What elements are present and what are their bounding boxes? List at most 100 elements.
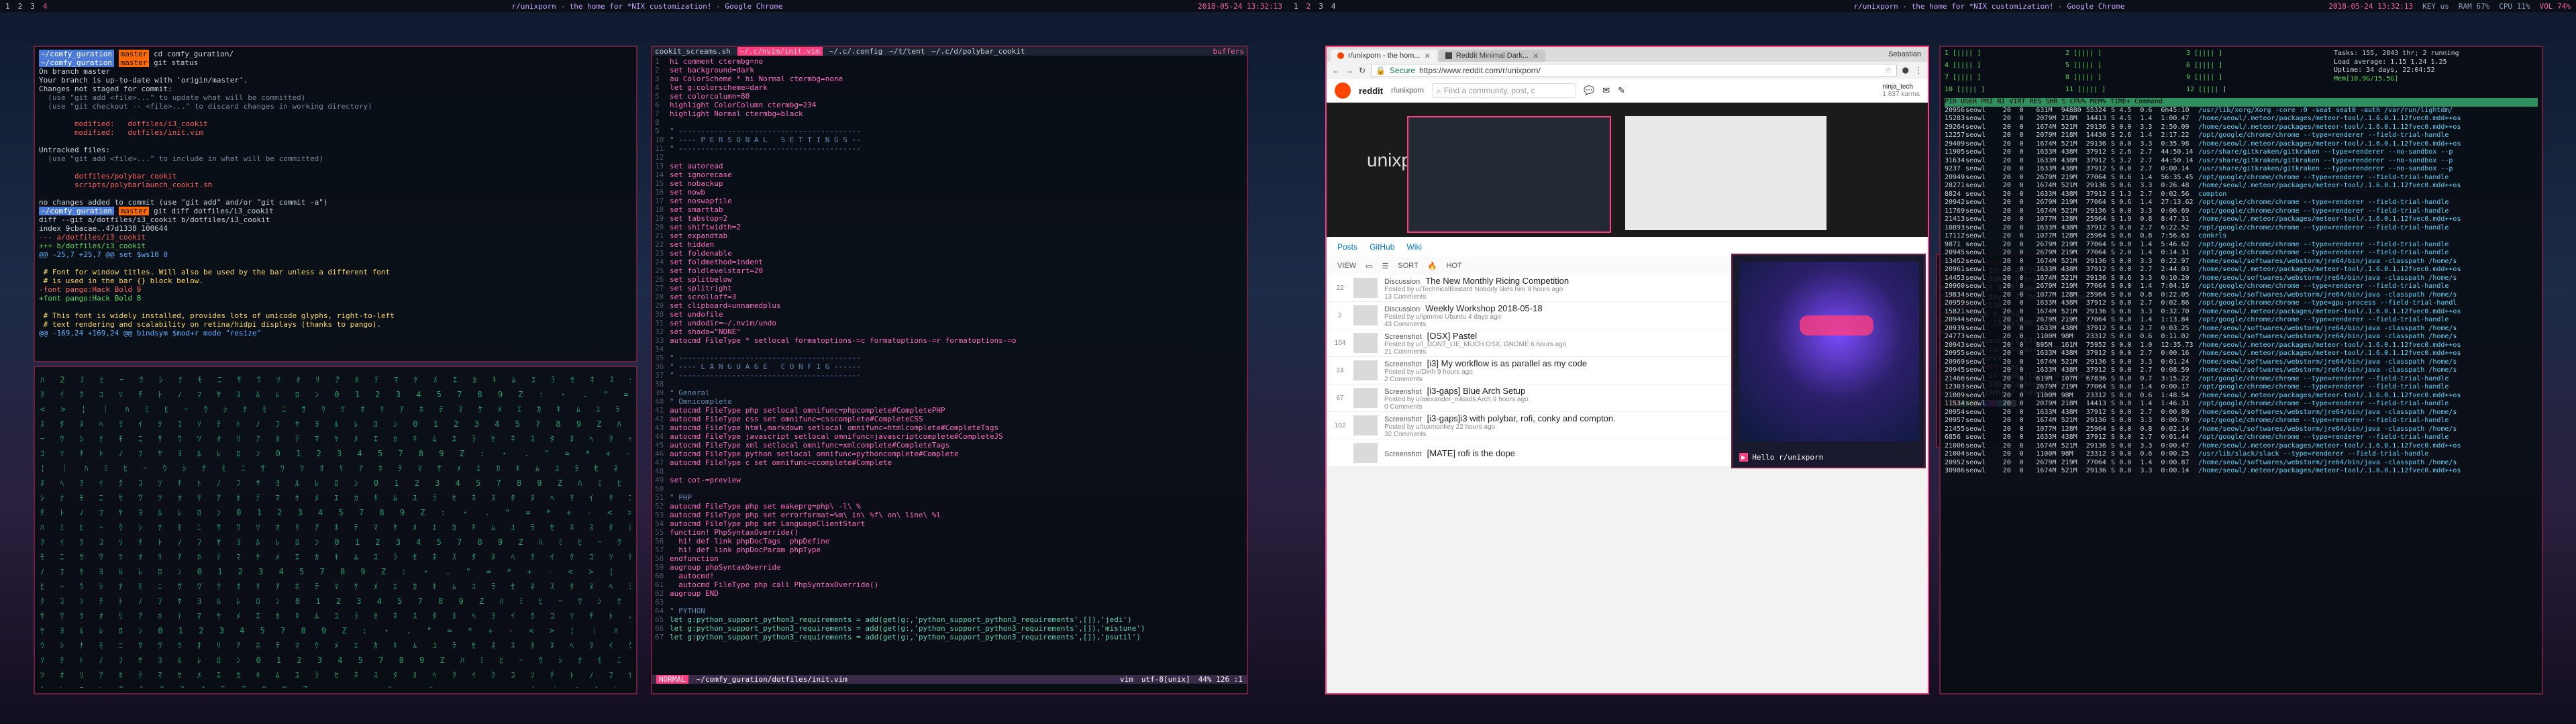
process-row[interactable]: 14453seowl 20 0 1674M 521M 29136 S 0.6 3.3 0:10.2… bbox=[1945, 274, 2538, 283]
neovim-window[interactable]: cookit_screams.sh ~/.c/nvim/init.vim ~/.c/… bbox=[651, 46, 1248, 694]
vim-tab[interactable]: ~/.c/nvim/init.vim bbox=[737, 47, 823, 56]
process-row[interactable]: 6856 seowl 20 0 1633M 438M 37912 S 0.0 2.7 0:01.44… bbox=[1945, 433, 2538, 442]
close-tab-icon[interactable]: ✕ bbox=[1425, 52, 1431, 60]
address-bar[interactable]: 🔒 Secure https://www.reddit.com/r/unixpo… bbox=[1371, 64, 1897, 77]
process-row[interactable]: 15283seowl 20 0 2079M 218M 14413 S 4.5 1.4 1:00.4… bbox=[1945, 115, 2538, 123]
process-row[interactable]: 30986seowl 20 0 1674M 521M 29136 S 0.0 3.3 0:00.1… bbox=[1945, 467, 2538, 476]
htop-terminal[interactable]: 1 [|||| ] 2 [|||| ] 3 [|||| ] 4 [|||| ] 5 [|… bbox=[1939, 46, 2543, 694]
post-thumbnail[interactable] bbox=[1353, 443, 1378, 463]
post-comments[interactable]: 2 Comments bbox=[1384, 376, 1587, 383]
post-thumbnail[interactable] bbox=[1353, 415, 1378, 435]
process-row[interactable]: 20960seowl 20 0 2679M 219M 77064 S 0.0 1.4 7:04.1… bbox=[1945, 282, 2538, 291]
process-row[interactable]: 21466seowl 20 0 619M 107M 67836 S 0.0 0.7 3:15.22… bbox=[1945, 375, 2538, 384]
process-row[interactable]: 19834seowl 20 0 1077M 128M 25964 S 0.0 0.8 0:22.0… bbox=[1945, 291, 2538, 300]
vim-tab[interactable]: ~/.c/.config bbox=[829, 47, 882, 56]
reddit-logo-icon[interactable] bbox=[1335, 83, 1351, 99]
vim-tab[interactable]: ~/t/tent bbox=[889, 47, 925, 56]
post-title[interactable]: The New Monthly Ricing Competition bbox=[1425, 276, 1569, 286]
process-row[interactable]: 11534seowl 20 0 2079M 218M 14413 S 0.0 1.4 1:46.3… bbox=[1945, 400, 2538, 409]
menu-icon[interactable]: ⋮ bbox=[1914, 66, 1922, 75]
chat-icon[interactable]: 💬 bbox=[1584, 85, 1594, 96]
post-title[interactable]: [i3-gaps] Blue Arch Setup bbox=[1427, 386, 1526, 396]
workspace-4[interactable]: 4 bbox=[1331, 2, 1336, 11]
process-row[interactable]: 31634seowl 20 0 1633M 438M 37912 S 3.2 2.7 44:50.… bbox=[1945, 157, 2538, 166]
process-row[interactable]: 28271seowl 20 0 1674M 521M 29136 S 0.6 3.3 0:26.4… bbox=[1945, 182, 2538, 191]
post-thumbnail[interactable] bbox=[1353, 388, 1378, 408]
workspace-2[interactable]: 2 bbox=[18, 2, 23, 11]
process-row[interactable]: 11769seowl 20 0 1674M 521M 29136 S 0.0 3.3 0:06.6… bbox=[1945, 207, 2538, 216]
process-row[interactable]: 20944seowl 20 0 2679M 219M 77064 S 0.0 1.4 1:13.8… bbox=[1945, 316, 2538, 325]
post-thumbnail[interactable] bbox=[1353, 360, 1378, 380]
forward-icon[interactable]: → bbox=[1345, 66, 1353, 75]
post-comments[interactable]: 43 Comments bbox=[1384, 321, 1543, 328]
process-row[interactable]: 8824 seowl 20 0 1633M 438M 37912 S 1.3 2.7 0:02.56… bbox=[1945, 191, 2538, 199]
process-row[interactable]: 20969seowl 20 0 1674M 521M 29136 S 0.0 3.3 0:01.2… bbox=[1945, 358, 2538, 367]
tab-unixporn[interactable]: r/unixporn - the hom... ✕ bbox=[1331, 50, 1437, 62]
process-row[interactable]: 15821seowl 20 0 1674M 521M 29136 S 0.6 3.3 0:32.7… bbox=[1945, 308, 2538, 317]
process-row[interactable]: 20949seowl 20 0 2679M 219M 77064 S 0.6 1.4 56:35.… bbox=[1945, 174, 2538, 183]
image-viewer-window[interactable]: ▶ Hello r/unixporn bbox=[1731, 254, 1926, 468]
post-thumbnail[interactable] bbox=[1353, 278, 1378, 298]
post-thumbnail[interactable] bbox=[1353, 305, 1378, 325]
nav-wiki[interactable]: Wiki bbox=[1406, 242, 1422, 252]
vim-buffer-content[interactable]: 1 hi comment ctermbg=no 2 set background=da… bbox=[652, 56, 1247, 643]
post-title[interactable]: [MATE] rofi is the dope bbox=[1427, 448, 1515, 458]
process-row[interactable]: 20957seowl 20 0 1674M 521M 29136 S 0.0 3.3 0:00.7… bbox=[1945, 417, 2538, 425]
post-title[interactable]: [i3] My workflow is as parallel as my co… bbox=[1427, 358, 1587, 368]
workspace-3[interactable]: 3 bbox=[30, 2, 35, 11]
process-row[interactable]: 20959seowl 20 0 1633M 438M 37912 S 0.0 2.7 0:02.8… bbox=[1945, 299, 2538, 308]
process-row[interactable]: 20943seowl 20 0 895M 161M 75952 S 0.0 1.0 12:35.7… bbox=[1945, 342, 2538, 350]
process-row[interactable]: 17112seowl 20 0 1077M 128M 25964 S 0.6 0.8 7:56.6… bbox=[1945, 232, 2538, 241]
vim-tab[interactable]: cookit_screams.sh bbox=[655, 47, 731, 56]
htop-column-header[interactable]: PID USER PRI NI VIRT RES SHR S CPU% MEM%… bbox=[1945, 98, 2538, 107]
workspace-4[interactable]: 4 bbox=[43, 2, 48, 11]
post-comments[interactable]: 21 Comments bbox=[1384, 348, 1566, 356]
post-comments[interactable]: 0 Comments bbox=[1384, 403, 1529, 411]
card-view-icon[interactable]: ▭ bbox=[1366, 262, 1372, 270]
process-row[interactable]: 10893seowl 20 0 1633M 438M 37912 S 0.0 2.7 6:22.5… bbox=[1945, 224, 2538, 233]
reload-icon[interactable]: ↻ bbox=[1359, 66, 1366, 75]
git-terminal[interactable]: ~/comfy_guration master cd comfy_guratio… bbox=[34, 46, 637, 362]
process-row[interactable]: 12303seowl 20 0 2679M 219M 77064 S 0.0 1.4 0:00.1… bbox=[1945, 383, 2538, 392]
process-row[interactable]: 24773seowl 20 0 1100M 98M 23312 S 0.0 0.6 0:11.02… bbox=[1945, 333, 2538, 342]
workspace-3[interactable]: 3 bbox=[1319, 2, 1323, 11]
process-row[interactable]: 20942seowl 20 0 2679M 219M 77064 S 0.6 1.4 27:13.… bbox=[1945, 199, 2538, 207]
nav-posts[interactable]: Posts bbox=[1337, 242, 1357, 252]
process-row[interactable]: 21004seowl 20 0 1100M 98M 23312 S 0.0 0.6 0:00.25… bbox=[1945, 450, 2538, 459]
vim-tab[interactable]: ~/.c/d/polybar_cookit bbox=[931, 47, 1025, 56]
process-row[interactable]: 9871 seowl 20 0 2679M 219M 77064 S 0.0 1.4 5:46.62… bbox=[1945, 241, 2538, 250]
sort-value[interactable]: HOT bbox=[1446, 262, 1461, 270]
mail-icon[interactable]: ✉ bbox=[1602, 85, 1610, 96]
chrome-profile-name[interactable]: Sebastian bbox=[1882, 50, 1928, 58]
bookmark-star-icon[interactable]: ☆ bbox=[1885, 66, 1892, 75]
close-tab-icon[interactable]: ✕ bbox=[1533, 52, 1539, 60]
process-row[interactable]: 9237 seowl 20 0 1633M 438M 37912 S 0.0 2.7 0:00.14… bbox=[1945, 165, 2538, 174]
process-row[interactable]: 20954seowl 20 0 1633M 438M 37912 S 0.0 2.7 0:00.8… bbox=[1945, 409, 2538, 417]
user-menu[interactable]: ninja_tech 1 837 karma bbox=[1882, 83, 1920, 98]
process-row[interactable]: 21455seowl 20 0 1077M 128M 25964 S 0.0 0.8 0:02.1… bbox=[1945, 425, 2538, 434]
back-icon[interactable]: ← bbox=[1332, 66, 1340, 75]
process-row[interactable]: 12257seowl 20 0 2079M 218M 14430 S 2.6 1.4 2:17.2… bbox=[1945, 132, 2538, 140]
post-comments[interactable]: 32 Comments bbox=[1384, 431, 1616, 438]
process-row[interactable]: 21006seowl 20 0 1674M 521M 29136 S 0.0 3.3 0:00.4… bbox=[1945, 442, 2538, 451]
post-title[interactable]: [i3-gaps]i3 with polybar, rofi, conky an… bbox=[1427, 413, 1616, 423]
process-row[interactable]: 20952seowl 20 0 2679M 219M 77064 S 0.0 1.4 0:00.8… bbox=[1945, 459, 2538, 468]
nav-github[interactable]: GitHub bbox=[1370, 242, 1394, 252]
reddit-search-input[interactable]: ⌕ Find a community, post, c bbox=[1432, 83, 1576, 98]
tab-reddit-minimal-dark[interactable]: Reddit Minimal Dark... ✕ bbox=[1438, 50, 1546, 62]
create-post-icon[interactable]: ✎ bbox=[1618, 85, 1625, 96]
workspace-1[interactable]: 1 bbox=[1294, 2, 1298, 11]
process-row[interactable]: 20961seowl 20 0 1633M 438M 37912 S 0.0 2.7 2:44.0… bbox=[1945, 266, 2538, 274]
process-row[interactable]: 20939seowl 20 0 1633M 438M 37912 S 0.6 2.7 0:03.2… bbox=[1945, 325, 2538, 333]
post-comments[interactable]: 13 Comments bbox=[1384, 293, 1569, 301]
list-view-icon[interactable]: ☰ bbox=[1382, 262, 1389, 270]
process-row[interactable]: 20945seowl 20 0 1633M 438M 37912 S 0.0 2.7 0:08.5… bbox=[1945, 366, 2538, 375]
process-row[interactable]: 20945seowl 20 0 2679M 219M 77064 S 2.0 1.4 0:14.3… bbox=[1945, 249, 2538, 258]
reddit-wordmark[interactable]: reddit bbox=[1359, 86, 1383, 96]
workspace-2[interactable]: 2 bbox=[1306, 2, 1311, 11]
process-row[interactable]: 29409seowl 20 0 1674M 521M 29136 S 0.0 3.3 0:35.9… bbox=[1945, 140, 2538, 149]
process-row[interactable]: 11905seowl 20 0 1633M 438M 37912 S 2.6 2.7 44:50.… bbox=[1945, 148, 2538, 157]
process-row[interactable]: 29264seowl 20 0 1674M 521M 29136 S 0.0 3.3 2:50.0… bbox=[1945, 123, 2538, 132]
post-title[interactable]: [OSX] Pastel bbox=[1427, 331, 1477, 341]
extension-icon[interactable]: ⬢ bbox=[1902, 66, 1909, 75]
